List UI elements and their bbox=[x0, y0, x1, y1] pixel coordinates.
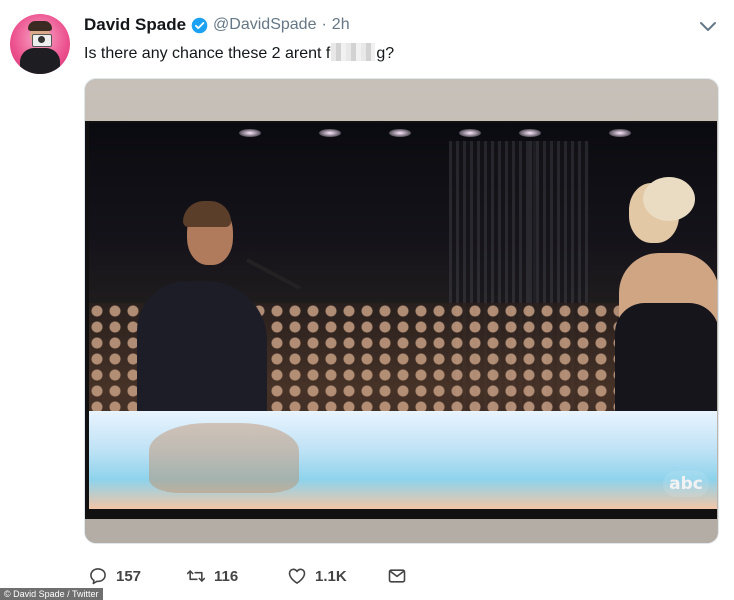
reply-icon bbox=[90, 568, 106, 585]
heart-icon bbox=[288, 568, 306, 584]
tv-frame: abc bbox=[85, 121, 717, 519]
envelope-icon bbox=[388, 569, 406, 583]
stage-light bbox=[319, 129, 341, 137]
chevron-down-icon[interactable] bbox=[699, 20, 717, 34]
like-count: 1.1K bbox=[315, 567, 347, 585]
tweet-text-start: Is there any chance these 2 arent f bbox=[84, 45, 331, 62]
avatar-body bbox=[20, 48, 60, 74]
tweet-text-end: g? bbox=[376, 45, 395, 62]
stage-lights bbox=[89, 123, 717, 143]
display-name[interactable]: David Spade bbox=[84, 15, 186, 35]
tweet-actions: 157 116 1.1K bbox=[88, 566, 418, 588]
header-separator: · bbox=[321, 16, 327, 33]
photo-credit: © David Spade / Twitter bbox=[0, 588, 103, 600]
man-body bbox=[137, 281, 267, 411]
reply-count: 157 bbox=[116, 567, 142, 585]
singer-man bbox=[137, 201, 267, 411]
timestamp[interactable]: 2h bbox=[332, 16, 350, 34]
stage-light bbox=[459, 129, 481, 137]
censor-blur bbox=[331, 43, 376, 61]
avatar-hair bbox=[28, 21, 52, 31]
retweet-count: 116 bbox=[214, 567, 239, 585]
tweet-text: Is there any chance these 2 arent f g? bbox=[84, 43, 394, 63]
like-button[interactable]: 1.1K bbox=[287, 566, 347, 586]
woman-hair bbox=[643, 177, 695, 221]
message-button[interactable] bbox=[387, 566, 407, 586]
camera-lens bbox=[38, 36, 45, 43]
avatar[interactable] bbox=[10, 14, 70, 74]
tweet-photo[interactable]: abc bbox=[84, 78, 719, 544]
reply-button[interactable]: 157 bbox=[88, 566, 141, 586]
woman-dress bbox=[615, 303, 717, 423]
tv-stand bbox=[85, 519, 717, 543]
retweet-button[interactable]: 116 bbox=[186, 566, 238, 586]
stage-light bbox=[519, 129, 541, 137]
retweet-icon bbox=[186, 570, 206, 582]
tweet-header: David Spade @DavidSpade · 2h bbox=[84, 14, 350, 36]
stage-light bbox=[389, 129, 411, 137]
stage-light bbox=[239, 129, 261, 137]
user-handle[interactable]: @DavidSpade bbox=[213, 16, 316, 34]
tv-screen: abc bbox=[89, 123, 717, 509]
verified-badge-icon bbox=[191, 17, 208, 33]
man-hair bbox=[183, 201, 231, 227]
piano-reflection bbox=[149, 423, 299, 493]
stage-light bbox=[609, 129, 631, 137]
abc-logo: abc bbox=[663, 471, 709, 497]
singer-woman bbox=[609, 177, 717, 443]
